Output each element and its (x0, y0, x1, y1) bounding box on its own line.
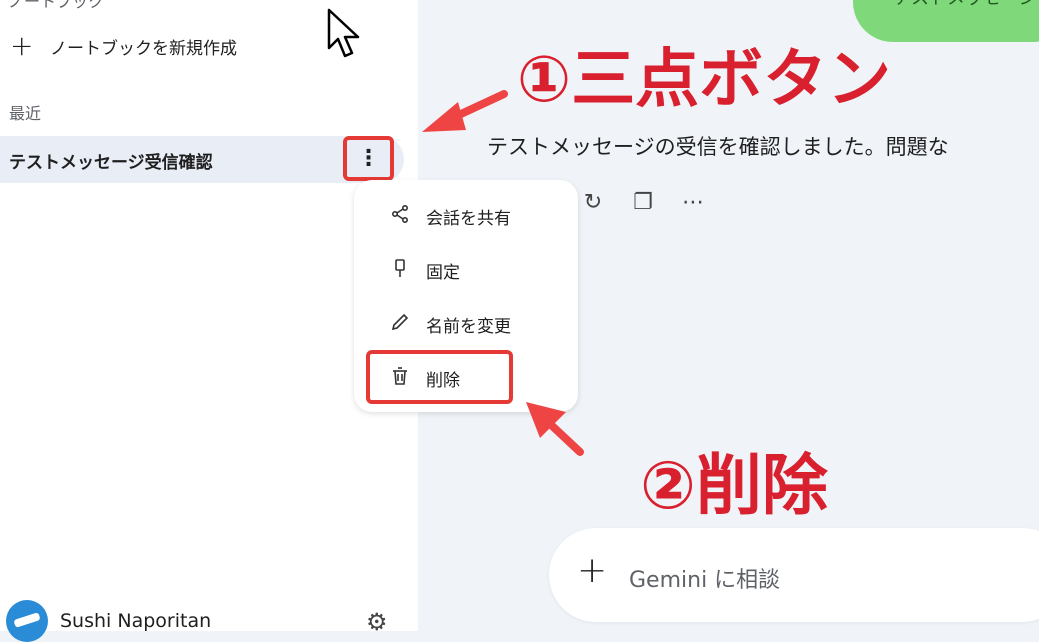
edit-icon (384, 312, 416, 337)
menu-item-share[interactable]: 会話を共有 (354, 194, 578, 238)
menu-item-label: 固定 (426, 262, 460, 283)
menu-item-label: 会話を共有 (426, 208, 511, 229)
notebooks-header: ノートブック (8, 0, 105, 11)
recent-section-label: 最近 (9, 104, 42, 123)
user-account[interactable]: Sushi Naporitan (6, 600, 211, 642)
pin-icon (384, 258, 416, 283)
prompt-input-placeholder[interactable]: Gemini に相談 (629, 562, 780, 594)
regenerate-icon[interactable]: ↻ (580, 190, 606, 215)
delete-highlight-box (366, 350, 513, 404)
chat-item-label: テストメッセージ受信確認 (9, 153, 213, 173)
more-options-button[interactable]: ⋮ (343, 136, 394, 181)
response-actions: ↻ ❐ ⋯ (580, 190, 706, 215)
add-attachment-icon[interactable]: + (577, 550, 607, 591)
annotation-arrow-1 (422, 90, 508, 132)
more-icon[interactable]: ⋯ (680, 190, 706, 215)
prompt-composer[interactable]: + Gemini に相談 (549, 528, 1039, 622)
menu-item-label: 名前を変更 (426, 316, 511, 337)
annotation-step2: ②削除 (640, 447, 828, 524)
avatar (6, 600, 48, 642)
new-notebook-button[interactable]: + ノートブックを新規作成 (10, 30, 237, 62)
user-message-text: テストメッセージ (893, 0, 1037, 10)
mouse-cursor-icon (327, 8, 360, 58)
user-name: Sushi Naporitan (60, 610, 212, 632)
menu-item-pin[interactable]: 固定 (354, 248, 578, 292)
annotation-step1: ①三点ボタン (517, 43, 892, 117)
new-notebook-label: ノートブックを新規作成 (50, 38, 237, 59)
gear-icon[interactable]: ⚙ (366, 608, 388, 636)
plus-icon: + (10, 29, 34, 62)
response-text: テストメッセージの受信を確認しました。問題な (487, 135, 949, 159)
kebab-icon: ⋮ (357, 145, 380, 171)
share-icon (384, 204, 416, 229)
annotation-arrow-2 (526, 402, 584, 456)
menu-item-rename[interactable]: 名前を変更 (354, 302, 578, 346)
copy-icon[interactable]: ❐ (630, 190, 656, 215)
